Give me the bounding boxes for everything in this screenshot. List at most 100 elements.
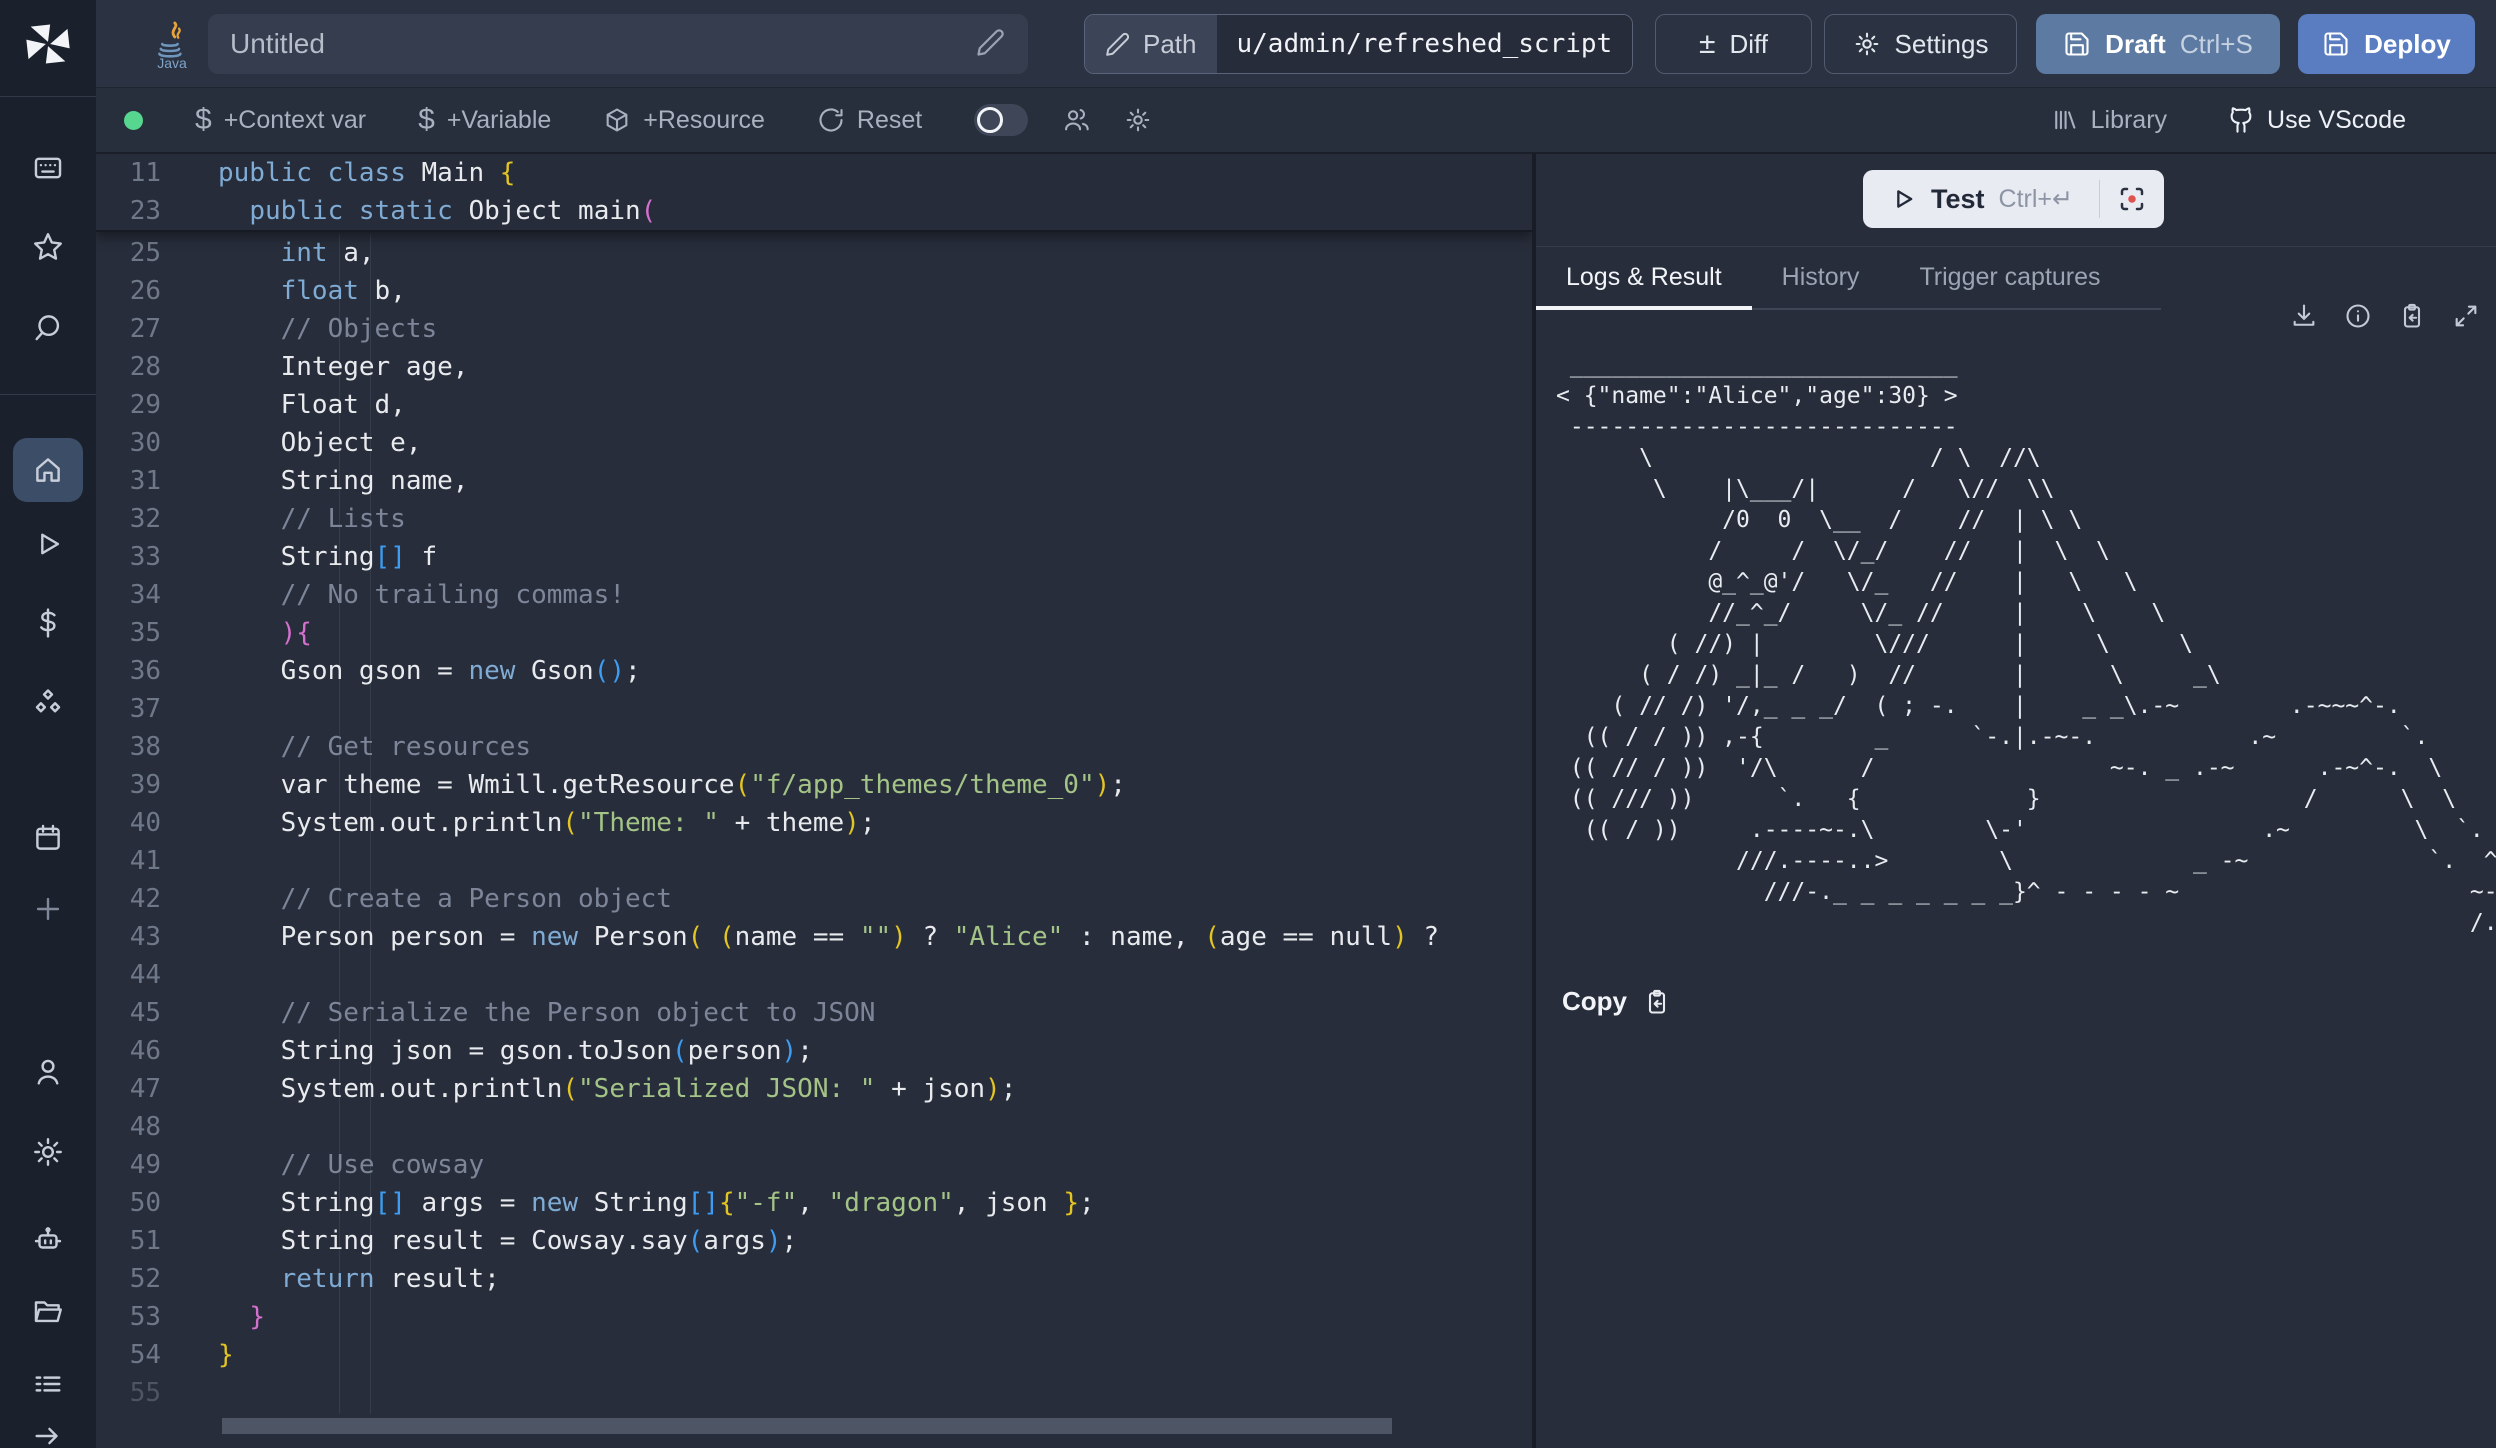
sidebar-item-favorites[interactable] [0,219,96,275]
tab-trigger-captures[interactable]: Trigger captures [1889,248,2130,310]
copy-result-button[interactable]: Copy [1562,986,1671,1017]
code-line[interactable]: 26 float b, [96,272,1532,310]
sidebar-item-user[interactable] [0,1044,96,1100]
line-content [161,1108,218,1146]
line-content: // Serialize the Person object to JSON [161,994,875,1032]
topbar: Java Untitled Path u/admin/refreshed_scr… [96,0,2496,88]
code-line[interactable]: 25 int a, [96,234,1532,272]
line-content: Integer age, [161,348,468,386]
code-line[interactable]: 44 [96,956,1532,994]
line-number: 54 [96,1336,161,1374]
add-context-var-button[interactable]: $ +Context var [195,103,366,137]
expand-icon[interactable] [2452,302,2480,330]
code-line[interactable]: 51 String result = Cowsay.say(args); [96,1222,1532,1260]
code-line[interactable]: 27 // Objects [96,310,1532,348]
tab-logs-and-result[interactable]: Logs & Result [1536,248,1752,310]
line-number: 28 [96,348,161,386]
code-line[interactable]: 45 // Serialize the Person object to JSO… [96,994,1532,1032]
copy-result-icon[interactable] [2398,302,2426,330]
line-number: 42 [96,880,161,918]
sidebar-item-home[interactable] [0,442,96,498]
code-line[interactable]: 54} [96,1336,1532,1374]
code-line[interactable]: 23 public static Object main( [96,192,1532,230]
code-line[interactable]: 28 Integer age, [96,348,1532,386]
sidebar-item-workers[interactable] [0,1211,96,1267]
code-line[interactable]: 36 Gson gson = new Gson(); [96,652,1532,690]
diff-button[interactable]: ± Diff [1655,14,1812,74]
collaborators-button[interactable] [1062,106,1090,134]
code-line[interactable]: 40 System.out.println("Theme: " + theme)… [96,804,1532,842]
code-line[interactable]: 33 String[] f [96,538,1532,576]
code-line[interactable]: 55 [96,1374,1532,1412]
capture-test-button[interactable] [2100,170,2164,228]
code-line[interactable]: 30 Object e, [96,424,1532,462]
use-vscode-button[interactable]: Use VScode [2227,106,2406,135]
sidebar-item-logs[interactable] [0,1356,96,1412]
settings-button[interactable]: Settings [1824,14,2017,74]
result-actions [2290,302,2480,330]
sidebar-item-resources[interactable] [0,675,96,731]
editor-settings-button[interactable] [1124,106,1152,134]
code-line[interactable]: 50 String[] args = new String[]{"-f", "d… [96,1184,1532,1222]
code-line[interactable]: 11public class Main { [96,154,1532,192]
code-line[interactable]: 43 Person person = new Person( (name == … [96,918,1532,956]
path-group[interactable]: Path u/admin/refreshed_script [1084,14,1633,74]
code-line[interactable]: 39 var theme = Wmill.getResource("f/app_… [96,766,1532,804]
code-editor[interactable]: 11public class Main {23 public static Ob… [96,154,1532,1448]
edit-title-pencil-icon[interactable] [976,27,1006,62]
info-icon[interactable] [2344,302,2372,330]
code-line[interactable]: 48 [96,1108,1532,1146]
line-number: 51 [96,1222,161,1260]
add-variable-button[interactable]: $ +Variable [418,103,551,137]
path-edit-button[interactable]: Path [1085,15,1217,73]
sticky-scroll-lines[interactable]: 11public class Main {23 public static Ob… [96,154,1532,232]
sidebar-item-schedules[interactable] [0,810,96,866]
sidebar-item-folders[interactable] [0,1283,96,1339]
sidebar-item-search[interactable] [0,299,96,355]
horizontal-scrollbar[interactable] [222,1418,1392,1434]
code-line[interactable]: 31 String name, [96,462,1532,500]
sidebar-item-variables[interactable] [0,595,96,651]
tab-history[interactable]: History [1752,248,1890,310]
code-line[interactable]: 42 // Create a Person object [96,880,1532,918]
sidebar-collapse-arrow-icon[interactable] [0,1408,96,1448]
draft-button[interactable]: Draft Ctrl+S [2036,14,2280,74]
add-resource-button[interactable]: +Resource [603,106,765,135]
line-number: 41 [96,842,161,880]
line-number: 36 [96,652,161,690]
code-line[interactable]: 37 [96,690,1532,728]
code-line[interactable]: 38 // Get resources [96,728,1532,766]
code-lines[interactable]: 25 int a,26 float b,27 // Objects28 Inte… [96,234,1532,1412]
code-line[interactable]: 52 return result; [96,1260,1532,1298]
sidebar-item-create[interactable] [0,881,96,937]
line-number: 34 [96,576,161,614]
test-row: Test Ctrl+↵ [1536,154,2496,247]
windmill-logo-icon[interactable] [0,12,96,76]
sidebar-item-settings[interactable] [0,1124,96,1180]
code-line[interactable]: 32 // Lists [96,500,1532,538]
code-line[interactable]: 53 } [96,1298,1532,1336]
code-line[interactable]: 41 [96,842,1532,880]
sidebar-item-apps[interactable] [0,140,96,196]
code-line[interactable]: 29 Float d, [96,386,1532,424]
code-line[interactable]: 34 // No trailing commas! [96,576,1532,614]
diff-mode-toggle[interactable] [974,104,1028,136]
code-line[interactable]: 46 String json = gson.toJson(person); [96,1032,1532,1070]
deploy-button[interactable]: Deploy [2298,14,2475,74]
sidebar-item-runs[interactable] [0,516,96,572]
line-number: 39 [96,766,161,804]
line-content: public class Main { [161,154,515,192]
result-ascii-line: ____________________________ [1556,350,2496,381]
download-icon[interactable] [2290,302,2318,330]
code-line[interactable]: 47 System.out.println("Serialized JSON: … [96,1070,1532,1108]
result-output[interactable]: ____________________________< {"name":"A… [1556,350,2496,939]
reset-button[interactable]: Reset [817,106,922,135]
library-button[interactable]: Library [2051,106,2167,135]
script-title-field[interactable]: Untitled [208,14,1028,74]
code-line[interactable]: 35 ){ [96,614,1532,652]
path-value[interactable]: u/admin/refreshed_script [1217,15,1633,73]
dollar-icon: $ [418,103,435,137]
test-button[interactable]: Test Ctrl+↵ [1863,170,2099,228]
refresh-icon [817,106,845,134]
code-line[interactable]: 49 // Use cowsay [96,1146,1532,1184]
